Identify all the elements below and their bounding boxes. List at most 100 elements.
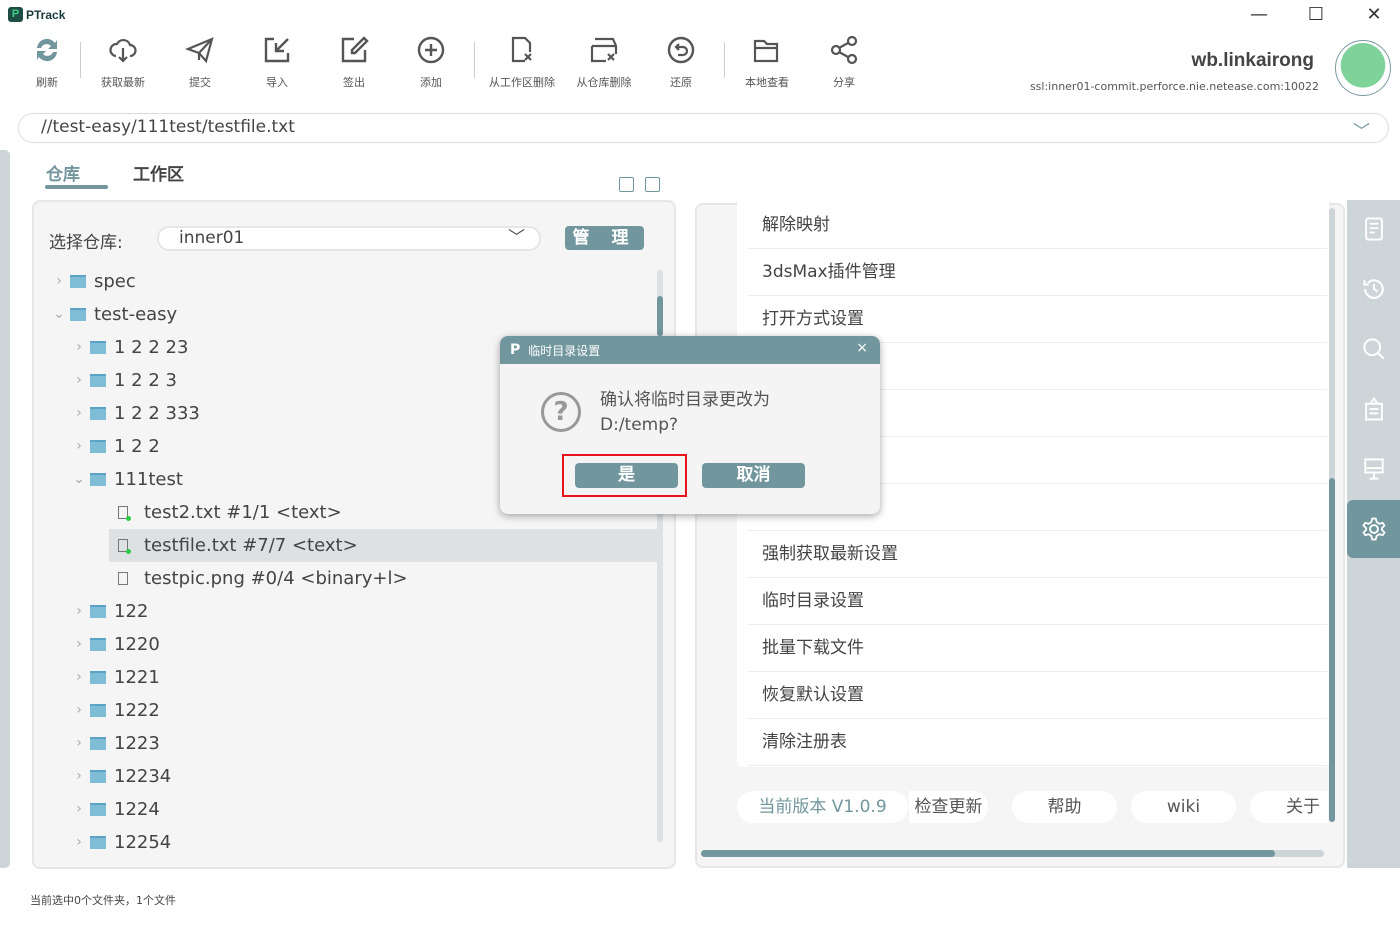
sidebar-monitor-button[interactable] <box>1347 440 1400 498</box>
toolbar-file-delete-button[interactable]: 从工作区删除 <box>484 34 560 90</box>
settings-item[interactable]: 解除映射 <box>747 202 1327 249</box>
tree-item-label: 1220 <box>114 634 160 655</box>
tree-item[interactable]: test2.txt #1/1 <text> <box>88 496 342 529</box>
toolbar-import-button[interactable]: 导入 <box>239 34 315 90</box>
tab-workspace[interactable]: 工作区 <box>133 160 184 185</box>
sidebar-history-button[interactable] <box>1347 260 1400 318</box>
folder-icon <box>90 836 106 849</box>
about-button[interactable]: 关于 <box>1250 791 1328 823</box>
tree-item[interactable]: › 1223 <box>68 727 160 760</box>
dialog-title: 临时目录设置 <box>528 343 601 358</box>
left-collapse-handle[interactable] <box>0 150 10 868</box>
settings-item[interactable]: 清除注册表 <box>747 719 1327 766</box>
tree-item-label: test2.txt #1/1 <text> <box>144 502 342 523</box>
chevron-down-icon[interactable]: ⌄ <box>48 298 70 331</box>
tree-item[interactable]: › 122 <box>68 595 148 628</box>
chevron-right-icon[interactable]: › <box>68 595 90 628</box>
chevron-right-icon[interactable]: › <box>68 628 90 661</box>
tree-item[interactable]: › 1221 <box>68 661 160 694</box>
dialog-close-icon[interactable]: × <box>856 340 868 356</box>
chevron-right-icon[interactable]: › <box>68 661 90 694</box>
settings-item[interactable]: 恢复默认设置 <box>747 672 1327 719</box>
minimize-button[interactable]: — <box>1244 4 1274 25</box>
tree-item-label: 1 2 2 3 <box>114 370 177 391</box>
toolbar-plus-circle-button[interactable]: 添加 <box>393 34 469 90</box>
dialog-cancel-button[interactable]: 取消 <box>702 463 805 488</box>
chevron-right-icon[interactable]: › <box>68 727 90 760</box>
toolbar-label: 提交 <box>189 76 211 89</box>
sidebar-clipboard-button[interactable] <box>1347 380 1400 438</box>
help-button[interactable]: 帮助 <box>1012 791 1117 823</box>
chevron-right-icon[interactable]: › <box>68 694 90 727</box>
undo-icon <box>667 36 695 64</box>
avatar[interactable] <box>1335 40 1391 96</box>
settings-h-scrollbar-thumb[interactable] <box>701 850 1275 857</box>
chevron-right-icon[interactable]: › <box>68 331 90 364</box>
dialog-message: 确认将临时目录更改为D:/temp? <box>600 390 770 435</box>
tree-item-label: 1223 <box>114 733 160 754</box>
chevron-right-icon[interactable]: › <box>68 397 90 430</box>
close-button[interactable]: ✕ <box>1359 4 1389 25</box>
toolbar-refresh-button[interactable]: 刷新 <box>9 34 85 90</box>
toolbar-undo-button[interactable]: 还原 <box>643 34 719 90</box>
chevron-right-icon[interactable]: › <box>68 826 90 859</box>
toolbar-share-button[interactable]: 分享 <box>806 34 882 90</box>
tree-item[interactable]: › 1222 <box>68 694 160 727</box>
maximize-button[interactable]: ☐ <box>1301 4 1331 25</box>
share-icon <box>830 35 858 65</box>
chevron-right-icon[interactable]: › <box>68 364 90 397</box>
sidebar-search-button[interactable] <box>1347 320 1400 378</box>
folder-icon <box>90 341 106 354</box>
dialog-header: P 临时目录设置 × <box>500 336 880 364</box>
tree-item-label: testfile.txt #7/7 <text> <box>144 535 358 556</box>
toolbar-edit-button[interactable]: 签出 <box>316 34 392 90</box>
chevron-down-icon[interactable]: ﹀ <box>1353 117 1370 142</box>
chevron-down-icon[interactable]: ⌄ <box>68 463 90 496</box>
check-update-button[interactable]: 检查更新 <box>909 791 988 823</box>
settings-item[interactable]: 3dsMax插件管理 <box>747 249 1327 296</box>
repo-select[interactable]: inner01 ﹀ <box>157 226 541 251</box>
chevron-right-icon[interactable]: › <box>68 430 90 463</box>
tree-item[interactable]: ⌄ test-easy <box>48 298 177 331</box>
tree-item[interactable]: › 12234 <box>68 760 171 793</box>
toolbar-box-delete-button[interactable]: 从仓库删除 <box>566 34 642 90</box>
search-icon <box>1362 338 1384 360</box>
settings-item[interactable]: 临时目录设置 <box>747 578 1327 625</box>
chevron-right-icon[interactable]: › <box>68 760 90 793</box>
filter-icon[interactable] <box>645 177 660 192</box>
sidebar-document-button[interactable] <box>1347 200 1400 258</box>
app-logo: P PTrack <box>8 7 65 22</box>
sidebar-gear-button[interactable] <box>1347 500 1400 558</box>
history-icon <box>1362 279 1384 299</box>
tree-item[interactable]: › 1 2 2 3 <box>68 364 177 397</box>
chevron-right-icon[interactable]: › <box>68 793 90 826</box>
tree-item[interactable]: testfile.txt #7/7 <text> <box>109 529 657 562</box>
tree-item[interactable]: ⌄ 111test <box>68 463 183 496</box>
tree-item[interactable]: › spec <box>48 265 136 298</box>
gear-icon <box>1361 517 1386 541</box>
toolbar-label: 导入 <box>266 76 288 89</box>
tree-item[interactable]: › 1 2 2 333 <box>68 397 200 430</box>
path-input[interactable]: //test-easy/111test/testfile.txt ﹀ <box>18 113 1389 143</box>
manage-button[interactable]: 管 理 <box>565 226 644 250</box>
settings-item[interactable]: 批量下载文件 <box>747 625 1327 672</box>
chevron-right-icon[interactable]: › <box>48 265 70 298</box>
list-view-icon[interactable] <box>619 177 634 192</box>
ptrack-logo-icon: P <box>510 342 521 358</box>
tab-repository[interactable]: 仓库 <box>46 160 80 185</box>
tree-item[interactable]: › 1 2 2 <box>68 430 160 463</box>
tree-item[interactable]: › 1224 <box>68 793 160 826</box>
document-icon <box>1364 217 1383 241</box>
tree-item-label: 122 <box>114 601 149 622</box>
tree-item[interactable]: testpic.png #0/4 <binary+l> <box>88 562 408 595</box>
settings-item[interactable]: 强制获取最新设置 <box>747 531 1327 578</box>
tree-scrollbar-thumb[interactable] <box>657 296 663 336</box>
toolbar-send-button[interactable]: 提交 <box>162 34 238 90</box>
tree-item[interactable]: › 12254 <box>68 826 171 859</box>
tree-item[interactable]: › 1220 <box>68 628 160 661</box>
wiki-button[interactable]: wiki <box>1131 791 1236 823</box>
tree-item[interactable]: › 1 2 2 23 <box>68 331 188 364</box>
settings-scrollbar-thumb[interactable] <box>1329 478 1335 822</box>
toolbar-cloud-download-button[interactable]: 获取最新 <box>85 34 161 90</box>
toolbar-folder-button[interactable]: 本地查看 <box>729 34 805 90</box>
